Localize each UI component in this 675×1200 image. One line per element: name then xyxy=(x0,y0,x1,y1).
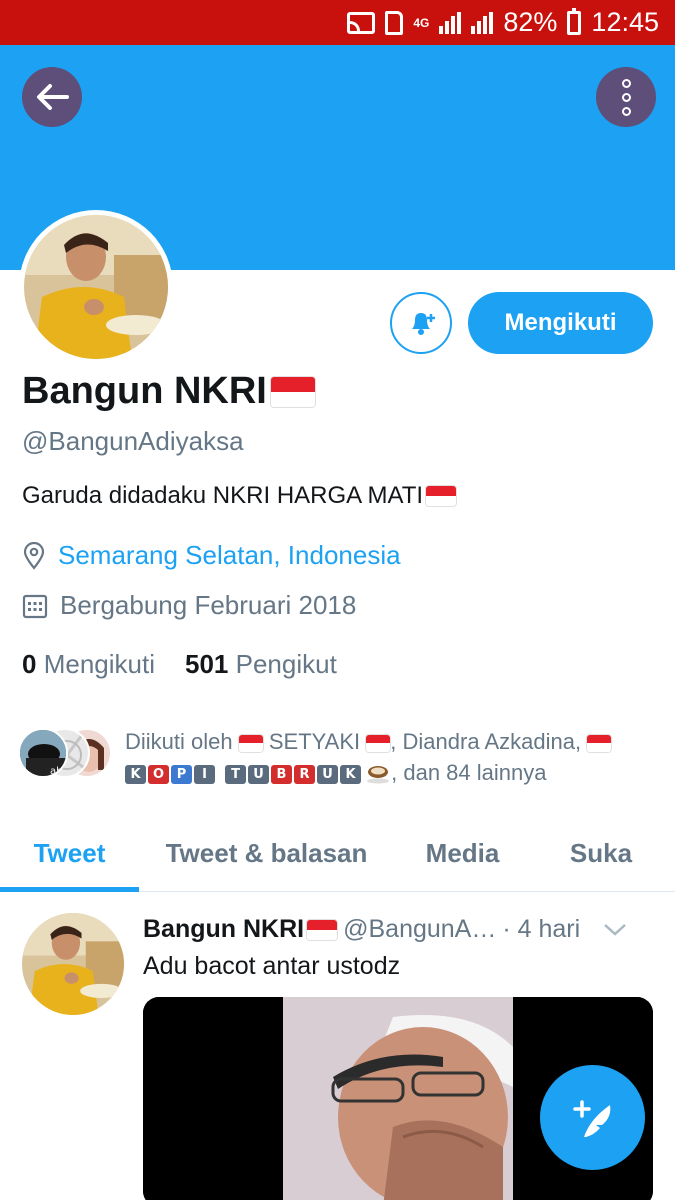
following-label: Mengikuti xyxy=(43,649,155,679)
following-count: 0 xyxy=(22,649,37,679)
followers-label: Pengikut xyxy=(235,649,337,679)
compose-tweet-button[interactable] xyxy=(540,1065,645,1170)
tab-likes[interactable]: Suka xyxy=(531,815,671,891)
tab-media[interactable]: Media xyxy=(394,815,531,891)
kopi-letter: P xyxy=(171,764,192,784)
bell-plus-icon xyxy=(412,313,435,335)
followers-count: 501 xyxy=(184,649,229,679)
following-stat[interactable]: 0 Mengikuti xyxy=(22,649,155,680)
follower-name-2: Diandra Azkadina, xyxy=(402,729,582,754)
battery-icon xyxy=(567,7,582,35)
location-text[interactable]: Semarang Selatan, Indonesia xyxy=(58,540,401,571)
profile-tabs: Tweet Tweet & balasan Media Suka xyxy=(0,815,675,892)
tweet-avatar[interactable] xyxy=(22,913,124,1015)
network-type: 4G xyxy=(413,15,430,30)
kopi-letter: K xyxy=(340,764,361,784)
sim-card-icon xyxy=(385,10,404,35)
signal-icon xyxy=(439,11,462,34)
profile-handle: @BangunAdiyaksa xyxy=(22,426,244,456)
indonesia-flag-icon xyxy=(307,919,338,940)
display-name-text: Bangun NKRI xyxy=(22,370,267,412)
profile-location[interactable]: Semarang Selatan, Indonesia xyxy=(22,540,401,571)
followed-by-prefix: Diikuti oleh xyxy=(125,729,233,754)
following-button[interactable]: Mengikuti xyxy=(468,292,653,354)
profile-stats: 0 Mengikuti 501 Pengikut xyxy=(22,649,337,680)
tab-tweet-replies[interactable]: Tweet & balasan xyxy=(139,815,394,891)
cast-icon xyxy=(347,11,376,34)
tweet-author-name: Bangun NKRI xyxy=(143,915,305,943)
followed-by-suffix: , dan 84 lainnya xyxy=(391,760,547,785)
feather-plus-icon xyxy=(572,1099,610,1137)
indonesia-flag-icon xyxy=(426,486,457,506)
tweet-handle: @BangunA… xyxy=(343,915,497,943)
tweet-text: Adu bacot antar ustodz xyxy=(143,952,401,980)
bio-text: Garuda didadaku NKRI HARGA MATI xyxy=(22,482,424,509)
battery-percent: 82% xyxy=(503,7,558,37)
calendar-icon xyxy=(22,594,48,618)
status-bar: 4G 82% 12:45 xyxy=(0,0,675,45)
kopi-letter: K xyxy=(125,764,146,784)
followed-by-text[interactable]: Diikuti oleh SETYAKI , Diandra Azkadina,… xyxy=(125,726,665,788)
profile-name: Bangun NKRI xyxy=(22,370,315,413)
location-pin-icon xyxy=(23,541,45,570)
followers-stat[interactable]: 501 Pengikut xyxy=(185,649,337,680)
profile-joined: Bergabung Februari 2018 xyxy=(22,590,356,621)
indonesia-flag-icon xyxy=(366,734,391,752)
tweet-header: Bangun NKRI @BangunA… · 4 hari xyxy=(143,915,663,944)
tab-tweet[interactable]: Tweet xyxy=(0,815,139,892)
clock: 12:45 xyxy=(591,7,659,37)
arrow-left-icon xyxy=(37,84,69,110)
indonesia-flag-icon xyxy=(270,376,315,407)
joined-text: Bergabung Februari 2018 xyxy=(60,590,357,620)
followed-by-avatars[interactable]: ab xyxy=(18,728,113,780)
profile-avatar[interactable] xyxy=(19,210,173,364)
more-options-button[interactable] xyxy=(596,67,656,127)
kopi-letter: T xyxy=(225,764,246,784)
tweet-time: · 4 hari xyxy=(502,915,581,943)
avatar: ab xyxy=(18,728,68,778)
more-vertical-icon xyxy=(621,78,631,116)
kopi-letter: U xyxy=(317,764,338,784)
signal-icon-2 xyxy=(471,11,494,34)
kopi-letter: O xyxy=(148,764,169,784)
back-button[interactable] xyxy=(22,67,82,127)
profile-bio: Garuda didadaku NKRI HARGA MATI xyxy=(22,482,457,510)
kopi-letter: R xyxy=(294,764,315,784)
follower-name-3-kopi-tubruk: K O P I T U B R U K xyxy=(125,764,361,784)
kopi-letter: B xyxy=(271,764,292,784)
indonesia-flag-icon xyxy=(587,734,612,752)
tweet-author[interactable]: Bangun NKRI xyxy=(143,915,338,944)
follower-name-1: SETYAKI xyxy=(268,729,361,754)
indonesia-flag-icon xyxy=(238,734,263,752)
avatar-photo xyxy=(24,215,168,359)
kopi-letter: U xyxy=(248,764,269,784)
kopi-letter: I xyxy=(194,764,215,784)
chevron-down-icon[interactable] xyxy=(602,922,628,938)
notification-button[interactable] xyxy=(390,292,452,354)
comma: , xyxy=(390,729,397,754)
coffee-cup-icon xyxy=(367,766,390,784)
